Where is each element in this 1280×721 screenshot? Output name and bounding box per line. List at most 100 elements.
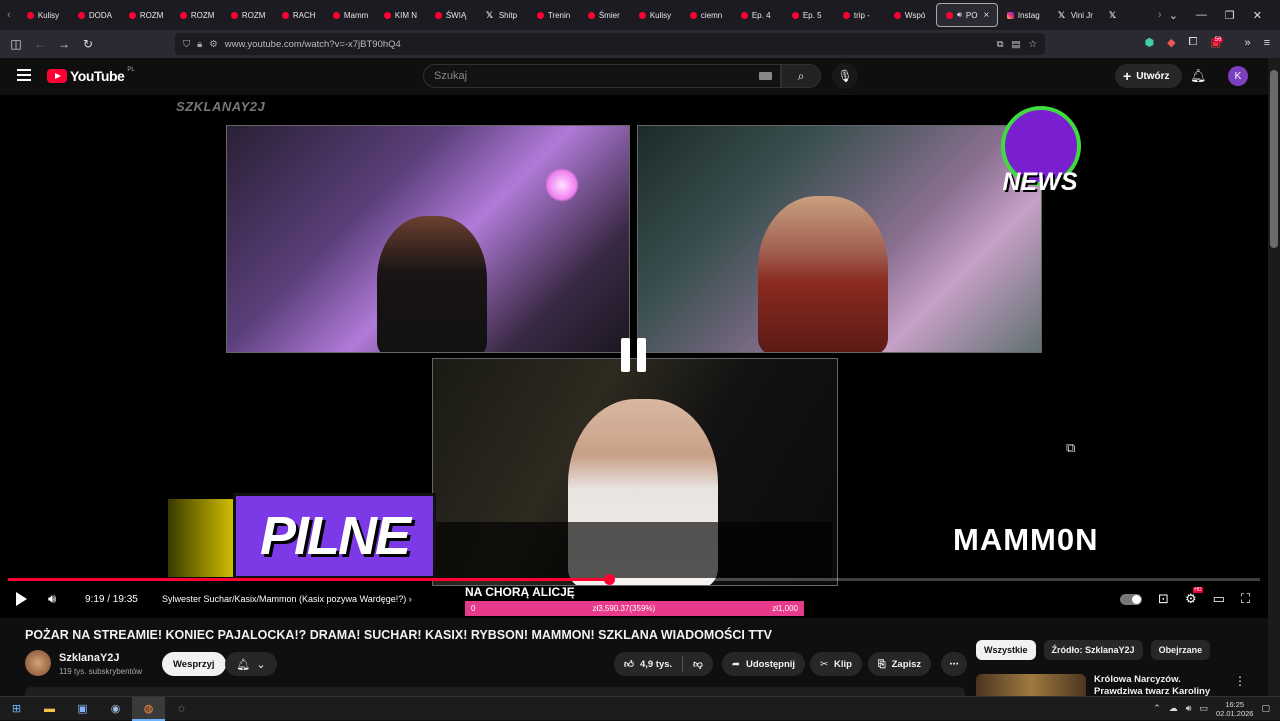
firefox-icon[interactable]: ◍ bbox=[132, 696, 165, 721]
theater-mode-icon[interactable]: ▭ bbox=[1213, 591, 1225, 607]
notifications-icon[interactable]: ▢ bbox=[1261, 703, 1270, 714]
browser-tab[interactable]: 🔊︎ PO × bbox=[935, 3, 998, 27]
sidebar-toggle-icon[interactable]: ◫ bbox=[4, 37, 28, 51]
browser-tab[interactable]: 𝕏 Shitp bbox=[477, 0, 528, 30]
chip-all[interactable]: Wszystkie bbox=[976, 640, 1036, 660]
chip-watched[interactable]: Obejrzane bbox=[1150, 640, 1211, 660]
browser-tab[interactable]: 𝕏 Vini Jr bbox=[1049, 0, 1100, 30]
browser-tab[interactable]: Wspó bbox=[885, 0, 936, 30]
speaker-icon[interactable]: 🔊︎ bbox=[1186, 703, 1192, 714]
reader-view-icon[interactable]: ▤ bbox=[1011, 39, 1020, 50]
tray-chevron-icon[interactable]: ⌃ bbox=[1153, 703, 1161, 714]
clip-button[interactable]: ✂ Klip bbox=[810, 652, 862, 676]
vpn-extension-icon[interactable]: ⬢ bbox=[1144, 36, 1154, 49]
miniplayer-icon[interactable]: ⧉ bbox=[1066, 440, 1075, 456]
seek-bar-handle[interactable] bbox=[603, 574, 615, 585]
extensions-puzzle-icon[interactable]: ⧠ bbox=[1189, 36, 1198, 49]
lock-icon[interactable]: 🔒︎ bbox=[197, 39, 202, 50]
dislike-button[interactable]: 👎︎ bbox=[693, 658, 703, 670]
chip-source[interactable]: Źródło: SzklanaY2J bbox=[1043, 640, 1143, 660]
tabs-scroll-left-icon[interactable]: ‹ bbox=[0, 9, 18, 21]
support-button[interactable]: Wesprzyj bbox=[162, 652, 226, 676]
scrollbar-thumb[interactable] bbox=[1270, 70, 1278, 248]
browser-tab[interactable]: ROZM bbox=[171, 0, 222, 30]
channel-name[interactable]: SzklanaY2J bbox=[59, 652, 120, 664]
browser-tab[interactable]: 𝕏 bbox=[1100, 0, 1151, 30]
app-icon[interactable]: ◌ bbox=[165, 703, 198, 715]
notifications-bell-icon[interactable]: 🔔︎ bbox=[1190, 68, 1207, 84]
volume-icon[interactable]: 🔊︎ bbox=[48, 591, 56, 607]
video-player[interactable]: SZKLANAY2J NEWS ⧉ PILNE MAMM0N NA CHORĄ … bbox=[0, 95, 1268, 618]
speaker-icon[interactable]: 🔊︎ bbox=[957, 10, 962, 20]
subtitles-icon[interactable]: ⊡ bbox=[1158, 591, 1169, 607]
minimize-icon[interactable]: — bbox=[1196, 9, 1207, 21]
permissions-icon[interactable]: ⚙ bbox=[209, 39, 218, 50]
browser-tab[interactable]: ŚWIĄ bbox=[426, 0, 477, 30]
list-all-tabs-icon[interactable]: ⌄ bbox=[1169, 9, 1178, 22]
network-icon[interactable]: ▭ bbox=[1199, 703, 1208, 714]
browser-tab[interactable]: Ep. 5 bbox=[783, 0, 834, 30]
channel-avatar[interactable] bbox=[25, 650, 51, 676]
tabs-scroll-right-icon[interactable]: › bbox=[1151, 9, 1169, 21]
close-window-icon[interactable]: ✕ bbox=[1253, 9, 1262, 22]
browser-tab[interactable]: KIM N bbox=[375, 0, 426, 30]
extension-icon[interactable]: ◆ bbox=[1167, 36, 1175, 49]
browser-tab[interactable]: Kulisy bbox=[18, 0, 69, 30]
play-icon[interactable] bbox=[16, 592, 27, 606]
guide-menu-icon[interactable] bbox=[17, 69, 31, 81]
account-avatar[interactable]: K bbox=[1228, 66, 1248, 86]
keyboard-icon[interactable] bbox=[759, 72, 772, 80]
page-scrollbar[interactable] bbox=[1268, 58, 1280, 696]
ublock-icon[interactable]: ▣56 bbox=[1210, 36, 1231, 49]
tracking-shield-icon[interactable]: ⛉ bbox=[183, 39, 190, 50]
save-button[interactable]: ⎘ Zapisz bbox=[868, 652, 932, 676]
restore-icon[interactable]: ❐ bbox=[1225, 9, 1235, 22]
browser-tab[interactable]: DODA bbox=[69, 0, 120, 30]
browser-tab[interactable]: ROZM bbox=[120, 0, 171, 30]
fullscreen-icon[interactable]: ⛶ bbox=[1241, 591, 1250, 607]
more-vertical-icon[interactable]: ⋮ bbox=[1234, 674, 1246, 688]
monitor-app-icon[interactable]: ▣ bbox=[66, 702, 99, 715]
app-menu-icon[interactable]: ≡ bbox=[1264, 37, 1270, 49]
seek-bar[interactable] bbox=[8, 574, 1260, 585]
description-box[interactable] bbox=[25, 687, 965, 696]
browser-tab[interactable]: Trenin bbox=[528, 0, 579, 30]
reload-icon[interactable]: ↻ bbox=[76, 37, 100, 51]
browser-tab[interactable]: ciemn bbox=[681, 0, 732, 30]
browser-tab[interactable]: trip - bbox=[834, 0, 885, 30]
recommended-thumbnail[interactable] bbox=[976, 674, 1086, 696]
subscription-bell-button[interactable]: 🔔︎ ⌄ bbox=[225, 652, 277, 676]
voice-search-button[interactable]: 🎙︎ bbox=[832, 63, 858, 89]
url-text[interactable]: www.youtube.com/watch?v=-x7jBT90hQ4 bbox=[225, 39, 401, 50]
bookmark-star-icon[interactable]: ☆ bbox=[1028, 39, 1037, 50]
windows-start-icon[interactable]: ⊞ bbox=[0, 702, 33, 715]
cloud-icon[interactable]: ☁ bbox=[1169, 703, 1178, 714]
youtube-logo[interactable]: YouTube PL bbox=[47, 67, 135, 84]
picture-in-picture-icon[interactable]: ⧉ bbox=[997, 39, 1004, 50]
browser-tab[interactable]: Mamm bbox=[324, 0, 375, 30]
address-bar[interactable]: ⛉ 🔒︎ ⚙ www.youtube.com/watch?v=-x7jBT90h… bbox=[175, 33, 1045, 55]
browser-tab[interactable]: ROZM bbox=[222, 0, 273, 30]
search-button[interactable]: ⌕ bbox=[781, 64, 821, 88]
share-button[interactable]: ➦ Udostępnij bbox=[722, 652, 806, 676]
forward-icon[interactable]: → bbox=[52, 37, 76, 51]
like-button[interactable]: 👍︎ 4,9 tys. bbox=[624, 658, 672, 671]
clock[interactable]: 16:25 02.01.2026 bbox=[1216, 700, 1254, 718]
autoplay-toggle[interactable] bbox=[1120, 593, 1143, 605]
search-input[interactable]: Szukaj bbox=[423, 64, 781, 88]
file-explorer-icon[interactable]: ▬ bbox=[33, 703, 66, 715]
browser-tab[interactable]: Ep. 4 bbox=[732, 0, 783, 30]
more-actions-button[interactable]: ⋯ bbox=[941, 652, 967, 676]
create-button[interactable]: + Utwórz bbox=[1115, 64, 1182, 88]
browser-tab[interactable]: Kulisy bbox=[630, 0, 681, 30]
back-icon[interactable]: ← bbox=[28, 37, 52, 51]
browser-tab[interactable]: Śmier bbox=[579, 0, 630, 30]
chapter-title[interactable]: Sylwester Suchar/Kasix/Mammon (Kasix poz… bbox=[162, 594, 412, 604]
recommended-title[interactable]: Królowa Narcyzów. Prawdziwa twarz Karoli… bbox=[1094, 674, 1224, 696]
browser-tab[interactable]: RACH bbox=[273, 0, 324, 30]
overflow-chevron-icon[interactable]: » bbox=[1244, 37, 1250, 49]
settings-gear-icon[interactable]: ⚙ bbox=[1185, 587, 1203, 607]
close-tab-icon[interactable]: × bbox=[983, 10, 989, 21]
steam-icon[interactable]: ◉ bbox=[99, 702, 132, 715]
browser-tab[interactable]: Instag bbox=[998, 0, 1049, 30]
